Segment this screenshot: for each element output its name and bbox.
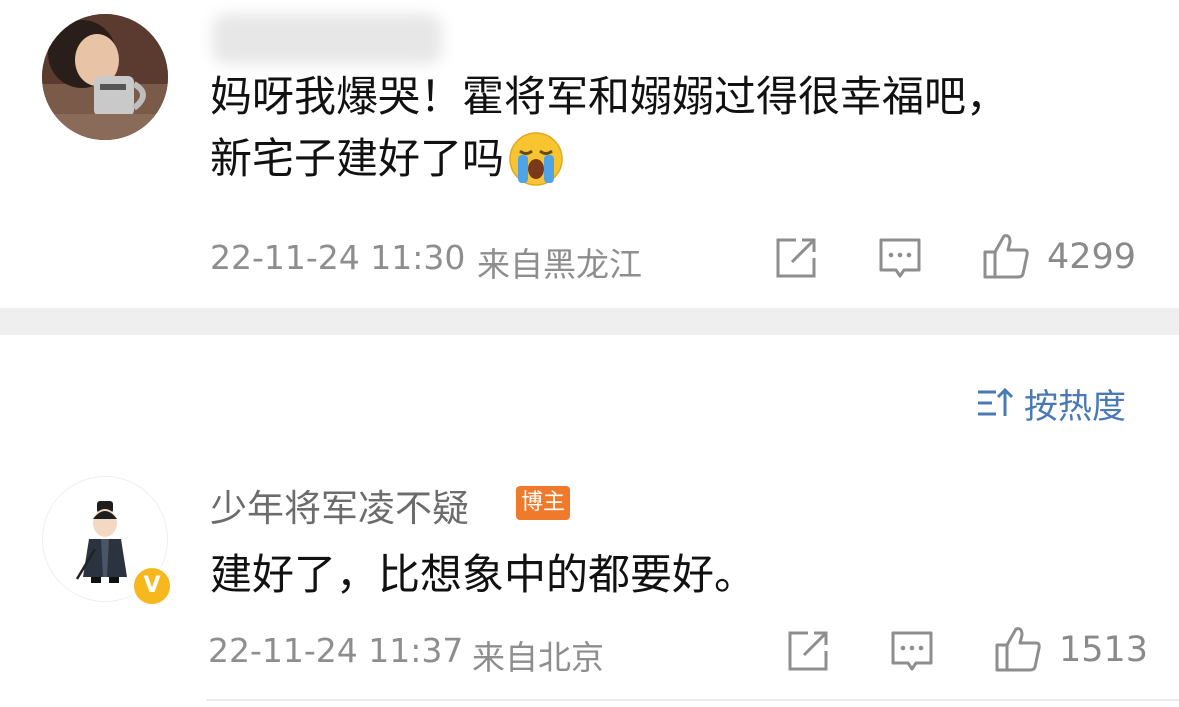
comment-location: 来自黑龙江	[477, 245, 642, 284]
verified-badge: V	[131, 565, 173, 607]
comment-text-line-1: 妈呀我爆哭！霍将军和嫋嫋过得很幸福吧，	[210, 72, 1009, 121]
like-count: 1513	[1059, 630, 1149, 670]
user-avatar-photo	[42, 14, 168, 140]
like-icon[interactable]	[982, 232, 1030, 280]
comment-timestamp: 22-11-24 11:30	[210, 238, 466, 277]
reply-location: 来自北京	[472, 638, 604, 677]
sort-descending-icon	[978, 387, 1014, 416]
like-icon[interactable]	[994, 625, 1042, 673]
loudly-crying-face-emoji	[509, 132, 563, 186]
reply-text: 建好了，比想象中的都要好。	[210, 550, 757, 599]
share-icon[interactable]	[774, 236, 818, 280]
like-count: 4299	[1047, 237, 1137, 277]
reply-divider	[206, 699, 1179, 701]
section-divider	[0, 308, 1179, 335]
comment-text-line-2-wrap: 新宅子建好了吗	[210, 128, 564, 190]
blogger-username[interactable]: 少年将军凌不疑	[210, 478, 469, 532]
comment-text-line-2: 新宅子建好了吗	[210, 134, 505, 183]
comment-icon[interactable]	[878, 236, 922, 280]
blogger-role-badge: 博主	[516, 486, 571, 520]
blurred-username	[212, 14, 442, 64]
reply-timestamp: 22-11-24 11:37	[208, 631, 464, 670]
comment-icon[interactable]	[890, 629, 934, 673]
sort-label: 按热度	[1024, 386, 1126, 427]
user-avatar[interactable]	[42, 14, 168, 140]
sort-by-hot-button[interactable]: 按热度	[976, 378, 1126, 428]
share-icon[interactable]	[786, 629, 830, 673]
